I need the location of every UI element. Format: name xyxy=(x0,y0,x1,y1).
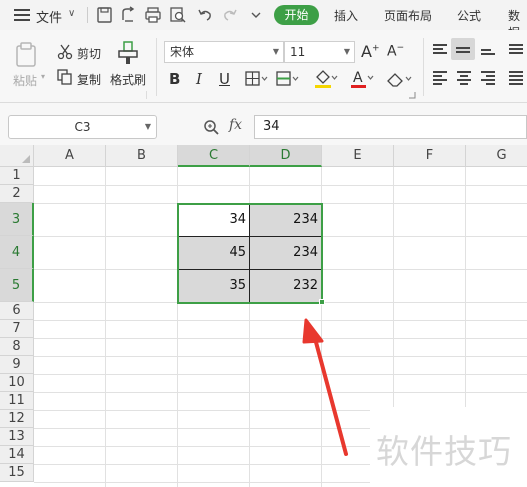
align-center-icon[interactable] xyxy=(457,71,471,87)
align-top-icon[interactable] xyxy=(433,44,447,56)
tab-formula[interactable]: 公式 xyxy=(457,7,481,24)
format-painter-icon xyxy=(118,41,138,64)
print-preview-icon[interactable] xyxy=(169,6,187,24)
align-justify-icon[interactable] xyxy=(509,44,523,56)
ribbon: 粘贴 ▾ 剪切 复制 格式刷 宋体 ▼ 11 ▼ A+ A− B I U A xyxy=(0,30,527,103)
name-box[interactable]: C3 ▼ xyxy=(8,115,157,139)
format-painter-button[interactable]: 格式刷 xyxy=(110,71,146,88)
decrease-font-button[interactable]: A− xyxy=(387,43,404,60)
font-name-value: 宋体 xyxy=(170,45,195,59)
cut-button[interactable]: 剪切 xyxy=(77,45,101,62)
spreadsheet-grid[interactable]: A B C D E F G 1 2 3 4 5 6 7 8 9 10 11 12… xyxy=(0,145,527,487)
formula-bar: C3 ▼ fx 34 xyxy=(0,103,527,145)
border-icon[interactable] xyxy=(245,71,269,87)
font-name-select[interactable]: 宋体 ▼ xyxy=(164,41,284,63)
tab-page-layout[interactable]: 页面布局 xyxy=(384,7,432,24)
align-right-icon[interactable] xyxy=(481,71,495,87)
align-middle-icon xyxy=(456,45,470,55)
insert-function-button[interactable]: fx xyxy=(229,117,242,133)
export-icon[interactable] xyxy=(119,6,137,24)
chevron-down-icon: ▼ xyxy=(343,47,350,56)
tab-insert[interactable]: 插入 xyxy=(334,7,358,24)
copy-button[interactable]: 复制 xyxy=(77,71,101,88)
chevron-down-icon[interactable]: ▾ xyxy=(41,72,45,81)
dialog-launcher-icon[interactable] xyxy=(408,91,416,99)
svg-text:A: A xyxy=(353,70,363,86)
distributed-align-icon[interactable] xyxy=(509,71,523,87)
scissors-icon xyxy=(57,44,73,60)
file-menu[interactable]: 文件 xyxy=(36,7,62,26)
chevron-down-icon: ▼ xyxy=(144,122,151,131)
chevron-down-icon: ▼ xyxy=(272,47,279,56)
align-bottom-icon[interactable] xyxy=(481,49,495,57)
font-size-value: 11 xyxy=(290,45,306,59)
save-icon[interactable] xyxy=(96,6,114,24)
divider xyxy=(146,91,147,99)
divider xyxy=(156,38,157,96)
print-icon[interactable] xyxy=(144,6,162,24)
annotation-arrow xyxy=(302,318,348,456)
fill-style-icon[interactable] xyxy=(276,71,300,87)
menu-bar: 文件 ∨ 开始 插入 页面布局 公式 数据 xyxy=(0,0,527,40)
menu-icon[interactable] xyxy=(14,9,30,21)
formula-input[interactable]: 34 xyxy=(254,115,527,139)
font-size-select[interactable]: 11 ▼ xyxy=(284,41,355,63)
divider xyxy=(87,7,88,23)
copy-icon xyxy=(57,69,72,85)
undo-icon[interactable] xyxy=(196,6,214,24)
fill-color-icon[interactable] xyxy=(314,69,338,89)
italic-button[interactable]: I xyxy=(196,70,202,88)
decrease-font-label: A xyxy=(387,43,397,60)
customize-dropdown-icon[interactable] xyxy=(247,6,265,24)
tab-start[interactable]: 开始 xyxy=(274,5,319,25)
chevron-down-icon[interactable]: ∨ xyxy=(68,8,75,19)
redo-icon[interactable] xyxy=(221,6,239,24)
zoom-icon[interactable] xyxy=(203,119,221,137)
underline-button[interactable]: U xyxy=(219,70,230,88)
name-box-value: C3 xyxy=(74,120,91,134)
bold-button[interactable]: B xyxy=(169,70,180,88)
paste-icon[interactable] xyxy=(14,42,38,68)
increase-font-label: A xyxy=(361,42,372,61)
increase-font-button[interactable]: A+ xyxy=(361,42,380,61)
divider xyxy=(423,38,424,96)
align-left-icon[interactable] xyxy=(433,71,447,87)
eraser-icon[interactable] xyxy=(386,69,412,89)
paste-button[interactable]: 粘贴 xyxy=(13,72,37,89)
font-color-icon[interactable]: A xyxy=(350,69,374,89)
